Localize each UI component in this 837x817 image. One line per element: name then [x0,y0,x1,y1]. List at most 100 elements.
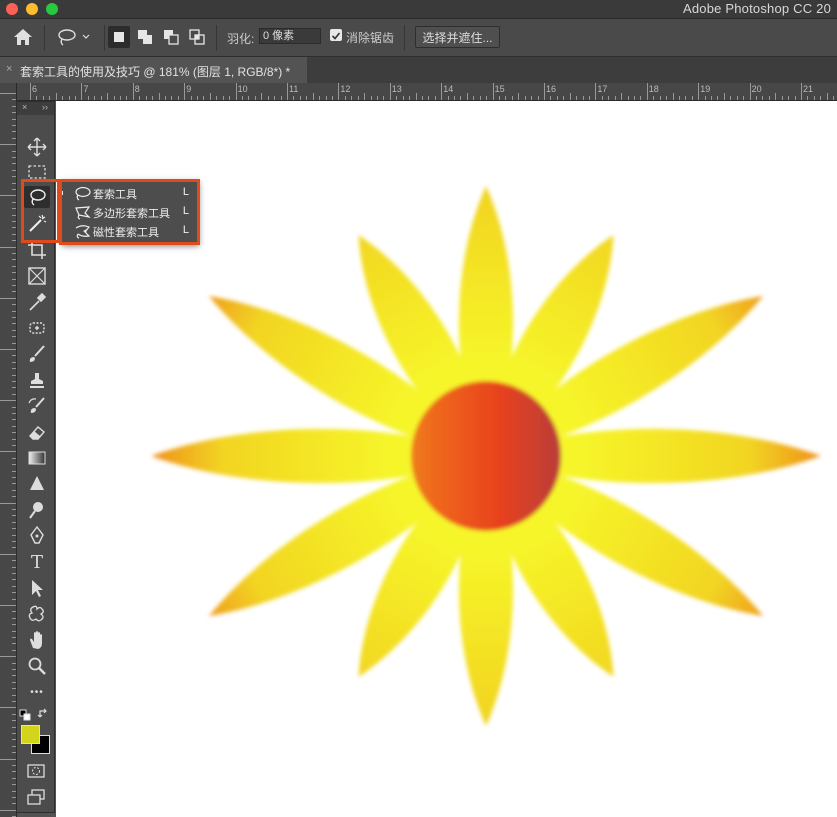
ruler-minor-tick [107,93,109,100]
eraser-tool-button[interactable] [24,421,50,443]
close-window-button[interactable] [6,3,18,15]
ruler-major-tick [338,83,340,100]
eraser-tool-icon [29,426,45,440]
ruler-minor-tick [203,96,205,100]
pen-tool-button[interactable] [24,525,50,547]
ruler-minor-tick [537,96,539,100]
ruler-minor-tick [42,96,44,100]
ruler-minor-tick [666,96,668,100]
hand-tool-button[interactable] [24,629,50,651]
app-title: Adobe Photoshop CC 20 [682,1,831,16]
brush-tool-button[interactable] [24,343,50,365]
ruler-minor-tick [518,93,520,100]
ruler-minor-tick [126,96,128,100]
horizontal-ruler[interactable]: 6 7 8 9 10 11 12 13 14 15 16 17 18 19 20 21 [16,83,837,101]
document-tab-title: 套索工具的使用及技巧 @ 181% (图层 1, RGB/8*) * [20,65,291,79]
ruler-minor-tick [479,96,481,100]
new-selection-button[interactable] [108,26,130,48]
ruler-minor-tick [370,96,372,100]
intersect-selection-button[interactable] [186,26,208,48]
options-bar: 羽化: 0 像素 消除锯齿 选择并遮住... [0,19,837,57]
subtract-from-selection-icon [164,30,179,45]
lasso-preset-picker-icon[interactable] [55,27,95,47]
ruler-minor-tick [608,96,610,100]
swap-colors-icon[interactable] [37,707,50,720]
close-tab-icon[interactable]: × [6,63,12,75]
ruler-minor-tick [691,96,693,100]
ruler-minor-tick [158,93,160,100]
zoom-tool-icon [28,657,46,675]
custom-shape-tool-button[interactable] [24,603,50,625]
brush-tool-icon [29,345,45,362]
ruler-minor-tick [344,96,346,100]
screen-mode-icon[interactable] [26,788,46,806]
ruler-minor-tick [145,96,147,100]
frame-tool-icon [28,267,46,285]
subtract-from-selection-button[interactable] [160,26,182,48]
ruler-minor-tick [94,96,96,100]
anti-alias-checkbox[interactable] [330,29,342,41]
ruler-minor-tick [762,96,764,100]
default-colors-icon[interactable] [19,709,31,721]
ruler-minor-tick [550,96,552,100]
ruler-minor-tick [312,93,314,100]
zoom-tool-button[interactable] [24,655,50,677]
ruler-minor-tick [274,96,276,100]
ruler-minor-tick [87,96,89,100]
more-tools-button[interactable]: ••• [24,681,50,703]
path-selection-tool-button[interactable] [24,577,50,599]
ruler-major-tick [389,83,391,100]
gradient-tool-icon [28,451,46,465]
feather-input[interactable]: 0 像素 [259,28,321,44]
ruler-minor-tick [736,96,738,100]
ruler-major-tick [287,83,288,100]
clone-stamp-tool-button[interactable] [24,369,50,391]
ruler-minor-tick [486,96,488,100]
move-tool-button[interactable] [24,136,50,158]
document-tab[interactable]: × 套索工具的使用及技巧 @ 181% (图层 1, RGB/8*) * [0,57,307,83]
history-brush-tool-icon [28,397,45,413]
ruler-minor-tick [473,96,475,100]
ruler-number: 8 [134,84,140,94]
title-bar: Adobe Photoshop CC 20 [0,0,837,19]
ruler-minor-tick [505,96,507,100]
flyout-highlight-box [59,179,200,245]
ruler-tick [0,349,16,350]
zoom-window-button[interactable] [46,3,58,15]
ruler-minor-tick [640,96,642,100]
ruler-minor-tick [730,96,732,100]
ruler-minor-tick [190,96,192,100]
move-tool-icon [27,137,47,157]
vertical-ruler[interactable] [0,83,17,817]
add-to-selection-button[interactable] [134,26,156,48]
type-tool-button[interactable]: T [24,551,50,573]
home-icon[interactable] [12,27,34,47]
frame-tool-button[interactable] [24,265,50,287]
dodge-tool-button[interactable] [24,499,50,521]
minimize-window-button[interactable] [26,3,38,15]
eyedropper-tool-button[interactable] [24,291,50,313]
blur-tool-button[interactable] [24,473,50,495]
ruler-minor-tick [582,96,584,100]
ruler-number: 21 [803,84,814,94]
ruler-minor-tick [299,96,301,100]
ruler-minor-tick [36,96,38,100]
history-brush-tool-button[interactable] [24,395,50,417]
ruler-tick [0,553,16,555]
foreground-color-swatch[interactable] [21,725,40,744]
gradient-tool-button[interactable] [24,447,50,469]
healing-brush-tool-button[interactable] [24,317,50,339]
quick-mask-icon[interactable] [26,763,46,779]
more-tools-icon: ••• [30,686,44,698]
ruler-minor-tick [633,96,635,100]
ruler-minor-tick [556,96,558,100]
ruler-major-tick [749,83,751,100]
ruler-number: 14 [443,84,454,94]
ruler-tick [0,93,16,94]
ruler-minor-tick [499,96,501,100]
tools-panel-close-icon[interactable]: × [22,102,27,112]
tools-panel-collapse-icon[interactable]: ›› [42,102,48,112]
select-and-mask-button[interactable]: 选择并遮住... [415,26,500,48]
ruler-minor-tick [261,93,263,100]
ruler-number: 16 [546,84,557,94]
